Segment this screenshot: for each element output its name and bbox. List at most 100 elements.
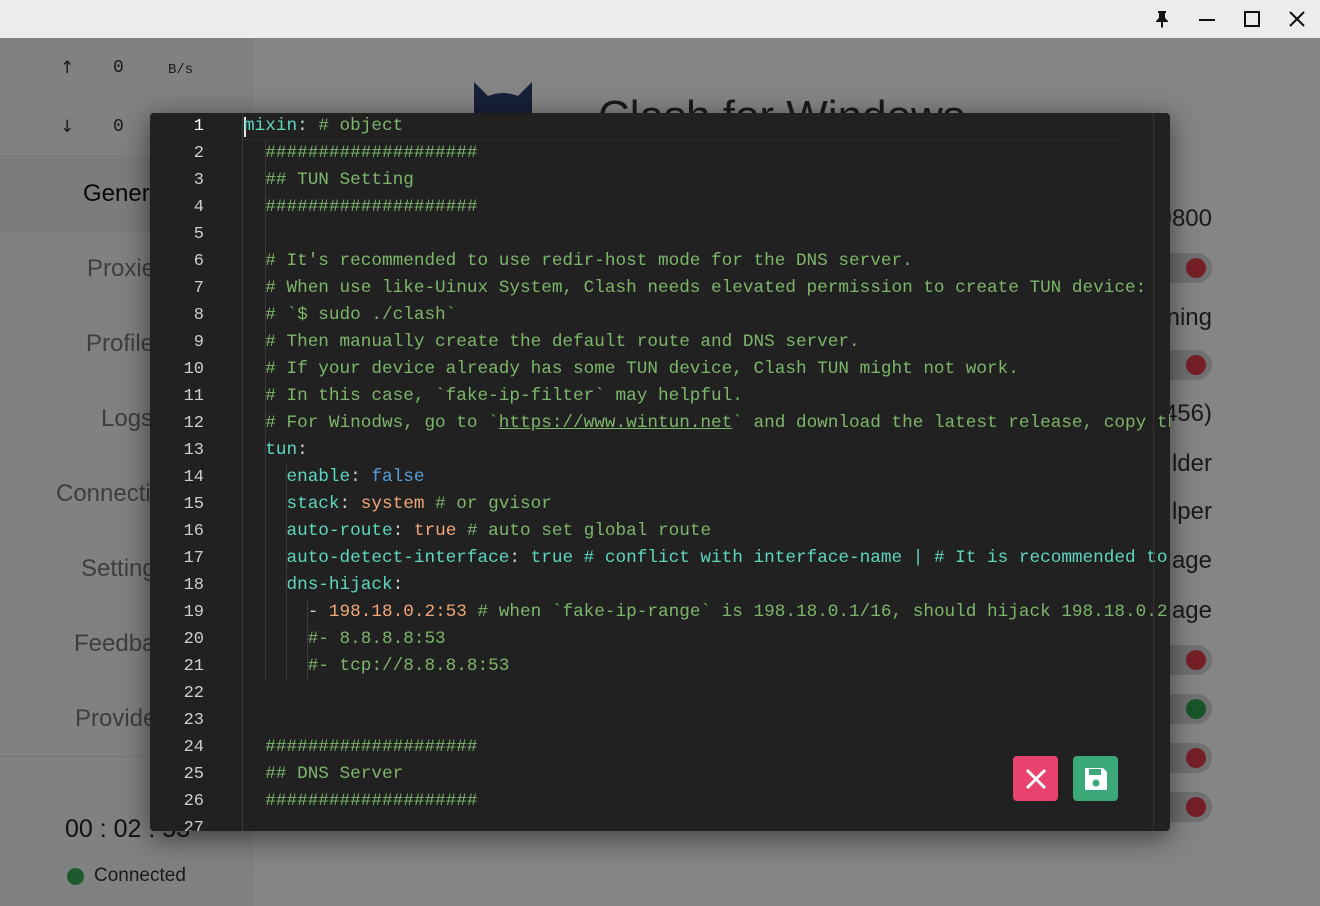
code-line: # In this case, `fake-ip-filter` may hel… bbox=[244, 383, 743, 410]
code-token: - bbox=[307, 602, 329, 622]
line-number: 7 bbox=[193, 279, 204, 298]
pin-icon bbox=[1155, 11, 1168, 28]
indent-guide bbox=[285, 464, 287, 680]
pin-button[interactable] bbox=[1139, 0, 1184, 38]
code-token: # When use like-Uinux System, Clash need… bbox=[265, 278, 1147, 298]
close-window-button[interactable] bbox=[1274, 0, 1319, 38]
code-token: auto-detect-interface bbox=[286, 548, 510, 568]
indent-guide bbox=[306, 599, 308, 680]
code-token: # In this case, `fake-ip-filter` may hel… bbox=[265, 386, 743, 406]
code-token: ## TUN Setting bbox=[265, 170, 414, 190]
floppy-save-icon bbox=[1084, 767, 1107, 790]
code-line: # It's recommended to use redir-host mod… bbox=[244, 248, 913, 275]
code-token: mixin bbox=[244, 116, 298, 136]
code-token: ## DNS Server bbox=[265, 764, 404, 784]
code-token: #################### bbox=[265, 197, 478, 217]
code-token: tun bbox=[265, 440, 298, 460]
line-number: 6 bbox=[193, 252, 204, 271]
save-button[interactable] bbox=[1073, 756, 1118, 801]
code-line: # If your device already has some TUN de… bbox=[244, 356, 1019, 383]
code-token: : bbox=[392, 575, 404, 595]
line-number: 14 bbox=[183, 468, 204, 487]
code-token: : bbox=[339, 494, 361, 514]
code-token: # Then manually create the default route… bbox=[265, 332, 860, 352]
indent-guide bbox=[264, 140, 266, 680]
line-number: 11 bbox=[183, 387, 204, 406]
line-number: 15 bbox=[183, 495, 204, 514]
line-number: 16 bbox=[183, 522, 204, 541]
code-token: : bbox=[297, 116, 319, 136]
line-number: 9 bbox=[193, 333, 204, 352]
line-number: 27 bbox=[183, 819, 204, 831]
code-token: auto-route bbox=[286, 521, 393, 541]
line-number: 21 bbox=[183, 657, 204, 676]
code-line: #- 8.8.8.8:53 bbox=[244, 626, 446, 653]
code-line: - 198.18.0.2:53 # when `fake-ip-range` i… bbox=[244, 599, 1170, 626]
code-token: # For Winodws, go to ` bbox=[265, 413, 499, 433]
line-number: 1 bbox=[193, 117, 204, 136]
window-title-bar bbox=[0, 0, 1320, 38]
cancel-button[interactable] bbox=[1013, 756, 1058, 801]
scrollbar-track[interactable] bbox=[1153, 113, 1154, 831]
code-token: # object bbox=[318, 116, 404, 136]
code-line: auto-route: true # auto set global route bbox=[244, 518, 711, 545]
maximize-icon bbox=[1243, 11, 1260, 27]
code-token: : bbox=[350, 467, 372, 487]
line-number: 8 bbox=[193, 306, 204, 325]
line-number: 26 bbox=[183, 792, 204, 811]
minimize-button[interactable] bbox=[1184, 0, 1229, 38]
code-line: #################### bbox=[244, 140, 477, 167]
code-token: # `$ sudo ./clash` bbox=[265, 305, 457, 325]
code-token: system bbox=[360, 494, 425, 514]
code-token: # It's recommended to use redir-host mod… bbox=[265, 251, 913, 271]
minimize-icon bbox=[1198, 19, 1215, 21]
code-line: #################### bbox=[244, 194, 478, 221]
code-token: dns-hijack bbox=[286, 575, 393, 595]
line-number: 25 bbox=[183, 765, 204, 784]
code-token: #################### bbox=[265, 791, 478, 811]
code-token: true bbox=[413, 521, 457, 541]
code-line: mixin: # object bbox=[244, 113, 403, 140]
code-line: dns-hijack: bbox=[244, 572, 403, 599]
code-line: ## TUN Setting bbox=[244, 167, 414, 194]
code-token[interactable]: https://www.wintun.net bbox=[499, 413, 733, 433]
code-token: false bbox=[371, 467, 425, 487]
line-number: 23 bbox=[183, 711, 204, 730]
line-number: 19 bbox=[183, 603, 204, 622]
code-line: # `$ sudo ./clash` bbox=[244, 302, 456, 329]
code-line: # Then manually create the default route… bbox=[244, 329, 860, 356]
code-line: auto-detect-interface: true # conflict w… bbox=[244, 545, 1167, 572]
line-number: 2 bbox=[193, 144, 204, 163]
code-token: #- 8.8.8.8:53 bbox=[307, 629, 446, 649]
line-number: 3 bbox=[193, 171, 204, 190]
code-token: : bbox=[509, 548, 531, 568]
code-token: enable bbox=[286, 467, 351, 487]
line-number: 10 bbox=[183, 360, 204, 379]
code-token: : bbox=[392, 521, 414, 541]
code-token: # or gvisor bbox=[424, 494, 552, 514]
code-line: #- tcp://8.8.8.8:53 bbox=[244, 653, 510, 680]
config-editor-modal: 1 2 3 4 5 6 7 8 9 10 11 12 13 14 15 16 17 18 19 20 21 22 23 24 2… bbox=[150, 113, 1170, 831]
code-token: true # conflict with interface-name | # … bbox=[530, 548, 1168, 568]
line-number: 20 bbox=[183, 630, 204, 649]
code-token: # If your device already has some TUN de… bbox=[265, 359, 1019, 379]
code-token: : bbox=[297, 440, 308, 460]
code-line: tun: bbox=[244, 437, 308, 464]
code-line: stack: system # or gvisor bbox=[244, 491, 552, 518]
code-token: #################### bbox=[265, 737, 478, 757]
line-number-gutter: 1 2 3 4 5 6 7 8 9 10 11 12 13 14 15 16 17 18 19 20 21 22 23 24 2… bbox=[150, 113, 243, 831]
code-token: stack bbox=[286, 494, 340, 514]
line-number: 13 bbox=[183, 441, 204, 460]
code-line: # When use like-Uinux System, Clash need… bbox=[244, 275, 1146, 302]
cancel-x-icon bbox=[1025, 768, 1046, 789]
code-line: #################### bbox=[244, 734, 478, 761]
code-editor[interactable]: mixin: # object #################### ## … bbox=[244, 113, 1170, 831]
code-line: ## DNS Server bbox=[244, 761, 403, 788]
line-number: 17 bbox=[183, 549, 204, 568]
code-token: # when `fake-ip-range` is 198.18.0.1/16,… bbox=[466, 602, 1170, 622]
code-token: ` and download the latest release, copy … bbox=[732, 413, 1170, 433]
code-token: #- tcp://8.8.8.8:53 bbox=[307, 656, 510, 676]
line-number: 18 bbox=[183, 576, 204, 595]
maximize-button[interactable] bbox=[1229, 0, 1274, 38]
line-number: 24 bbox=[183, 738, 204, 757]
